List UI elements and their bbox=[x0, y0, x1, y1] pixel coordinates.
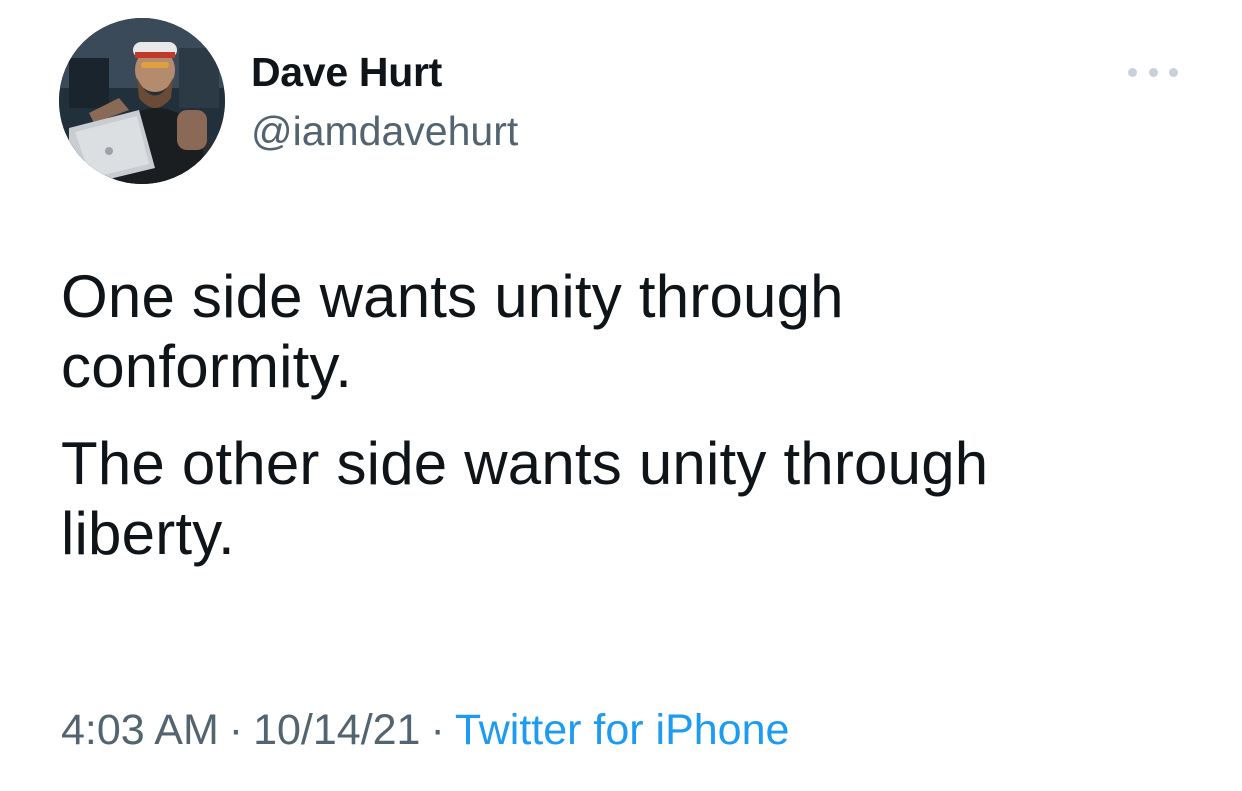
tweet-source-link[interactable]: Twitter for iPhone bbox=[455, 706, 790, 754]
tweet-card: Dave Hurt @iamdavehurt One side wants un… bbox=[0, 0, 1242, 791]
more-dot bbox=[1169, 67, 1178, 77]
author-handle[interactable]: @iamdavehurt bbox=[251, 106, 518, 156]
more-dot bbox=[1128, 67, 1137, 77]
tweet-paragraph: The other side wants unity through liber… bbox=[61, 430, 989, 567]
author-display-name[interactable]: Dave Hurt bbox=[251, 47, 442, 97]
tweet-text: One side wants unity through conformity.… bbox=[61, 262, 1181, 569]
tweet-time[interactable]: 4:03 AM bbox=[61, 706, 219, 754]
more-dot bbox=[1148, 67, 1158, 77]
more-horizontal-icon[interactable] bbox=[1128, 62, 1178, 82]
author-avatar[interactable] bbox=[59, 18, 225, 184]
tweet-paragraph: One side wants unity through conformity. bbox=[61, 263, 844, 400]
meta-separator: · bbox=[430, 706, 445, 754]
avatar-photo bbox=[59, 18, 225, 184]
meta-separator: · bbox=[228, 706, 244, 754]
tweet-meta: 4:03 AM · 10/14/21 · Twitter for iPhone bbox=[61, 702, 789, 758]
tweet-date[interactable]: 10/14/21 bbox=[253, 706, 420, 754]
